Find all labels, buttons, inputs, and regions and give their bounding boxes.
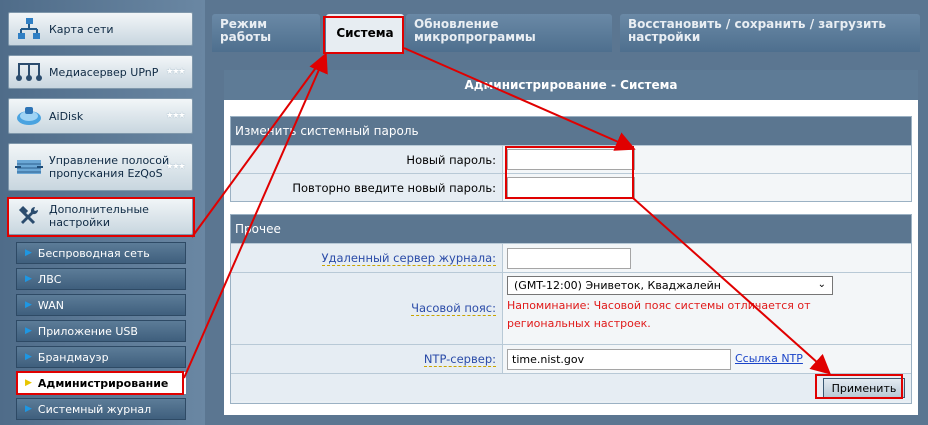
log-server-row: Удаленный сервер журнала: [231, 243, 911, 272]
ntp-label[interactable]: NTP-сервер: [423, 352, 496, 367]
timezone-row: Часовой пояс: (GMT-12:00) Эниветок, Квад… [231, 272, 911, 344]
misc-section-title: Прочее [231, 215, 911, 243]
menu-aidisk[interactable]: AiDisk ★★★ [8, 98, 193, 134]
new-password-label: Новый пароль: [231, 146, 503, 173]
tab-label: Восстановить / сохранить / загрузить нас… [628, 17, 886, 44]
timezone-cell: (GMT-12:00) Эниветок, Кваджалейн ⌄ Напом… [503, 273, 911, 344]
timezone-label[interactable]: Часовой пояс: [411, 301, 496, 316]
confirm-password-input[interactable] [507, 177, 635, 198]
apply-row: Применить [231, 373, 911, 401]
sidebar: Карта сети Медиасервер UPnP ★★★ AiDisk ★… [0, 0, 205, 425]
ntp-label-cell: NTP-сервер: [231, 345, 503, 373]
tab-restore-save-upload[interactable]: Восстановить / сохранить / загрузить нас… [620, 14, 920, 52]
timezone-selected-value: (GMT-12:00) Эниветок, Кваджалейн [514, 279, 721, 292]
new-password-cell [503, 146, 911, 173]
confirm-password-row: Повторно введите новый пароль: [231, 173, 911, 201]
password-section-title: Изменить системный пароль [231, 117, 911, 145]
sidebar-item-system-log[interactable]: ▶ Системный журнал [16, 398, 186, 420]
new-password-row: Новый пароль: [231, 145, 911, 173]
rating-stars-icon: ★★★ [165, 67, 186, 77]
timezone-label-cell: Часовой пояс: [231, 273, 503, 344]
network-map-icon [9, 13, 49, 45]
confirm-password-label: Повторно введите новый пароль: [231, 174, 503, 201]
apply-cell: Применить [231, 374, 911, 401]
ntp-row: NTP-сервер: Ссылка NTP [231, 344, 911, 373]
new-password-input[interactable] [507, 149, 635, 170]
panel-title: Администрирование - Система [224, 70, 918, 100]
menu-ezqos[interactable]: Управление полосой пропускания EzQoS ★★★ [8, 143, 193, 191]
main-panel: Администрирование - Система Изменить сис… [224, 70, 918, 415]
tab-system[interactable]: Система [326, 14, 404, 52]
sidebar-item-usb-app[interactable]: ▶ Приложение USB [16, 320, 186, 342]
menu-upnp-media-server[interactable]: Медиасервер UPnP ★★★ [8, 55, 193, 89]
sidebar-item-wan[interactable]: ▶ WAN [16, 294, 186, 316]
tab-label: Обновление микропрограммы [414, 17, 536, 44]
tab-label: Режим работы [220, 17, 272, 44]
ntp-cell: Ссылка NTP [503, 345, 911, 373]
sidebar-item-administration[interactable]: ▶ Администрирование [16, 372, 186, 394]
log-server-label[interactable]: Удаленный сервер журнала: [321, 251, 496, 266]
timezone-select[interactable]: (GMT-12:00) Эниветок, Кваджалейн ⌄ [507, 276, 833, 295]
menu-network-map[interactable]: Карта сети [8, 12, 193, 46]
ntp-link[interactable]: Ссылка NTP [735, 352, 803, 365]
triangle-right-icon: ▶ [25, 248, 32, 258]
sidebar-item-label: Администрирование [37, 376, 169, 390]
rating-stars-icon: ★★★ [165, 162, 186, 172]
ntp-server-input[interactable] [507, 349, 731, 370]
menu-network-map-label: Карта сети [49, 22, 114, 36]
menu-advanced-label: Дополнительные настройки [49, 203, 149, 229]
sidebar-item-wireless[interactable]: ▶ Беспроводная сеть [16, 242, 186, 264]
log-server-cell [503, 244, 911, 272]
triangle-right-icon: ▶ [25, 274, 32, 284]
qos-icon [9, 144, 49, 190]
tab-operation-mode[interactable]: Режим работы [212, 14, 320, 52]
aidisk-icon [9, 99, 49, 133]
triangle-right-icon: ▶ [25, 378, 32, 388]
sidebar-item-firewall[interactable]: ▶ Брандмауэр [16, 346, 186, 368]
sidebar-item-label: Беспроводная сеть [37, 246, 150, 260]
sidebar-item-label: Брандмауэр [37, 350, 109, 364]
triangle-right-icon: ▶ [25, 326, 32, 336]
tab-firmware-upgrade[interactable]: Обновление микропрограммы [406, 14, 612, 52]
sidebar-item-label: Приложение USB [37, 324, 138, 338]
tab-label: Система [336, 25, 394, 40]
sidebar-item-lan[interactable]: ▶ ЛВС [16, 268, 186, 290]
password-section: Изменить системный пароль Новый пароль: … [230, 116, 912, 202]
sidebar-item-label: ЛВС [37, 272, 62, 286]
confirm-password-cell [503, 174, 911, 201]
log-server-input[interactable] [507, 248, 631, 269]
tools-icon [9, 198, 49, 234]
menu-advanced-settings[interactable]: Дополнительные настройки [8, 197, 193, 235]
triangle-right-icon: ▶ [25, 352, 32, 362]
sidebar-item-label: Системный журнал [37, 402, 152, 416]
triangle-right-icon: ▶ [25, 300, 32, 310]
triangle-right-icon: ▶ [25, 404, 32, 414]
misc-section: Прочее Удаленный сервер журнала: Часовой… [230, 214, 912, 404]
apply-button[interactable]: Применить [823, 378, 905, 398]
media-server-icon [9, 56, 49, 88]
chevron-down-icon: ⌄ [817, 279, 826, 290]
log-server-label-cell: Удаленный сервер журнала: [231, 244, 503, 272]
rating-stars-icon: ★★★ [165, 111, 186, 121]
timezone-warning: Напоминание: Часовой пояс системы отлича… [507, 299, 811, 330]
sidebar-item-label: WAN [37, 298, 64, 312]
